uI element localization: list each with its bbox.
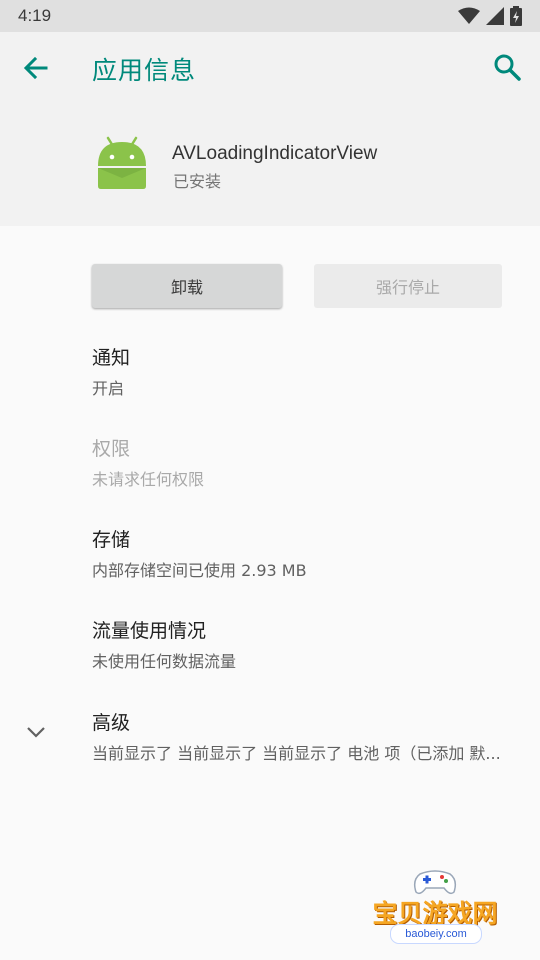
- storage-setting[interactable]: 存储 内部存储空间已使用 2.93 MB: [92, 525, 307, 581]
- setting-title: 权限: [92, 438, 131, 460]
- app-name: AVLoadingIndicatorView: [172, 143, 378, 164]
- setting-summary: 开启: [92, 379, 125, 398]
- status-time: 4:19: [18, 6, 52, 25]
- app-header: AVLoadingIndicatorView 已安装: [0, 102, 540, 226]
- advanced-setting[interactable]: 高级 当前显示了 当前显示了 当前显示了 电池 项（已添加 默...: [92, 708, 517, 764]
- back-button[interactable]: [20, 52, 52, 84]
- setting-summary: 内部存储空间已使用 2.93 MB: [92, 561, 307, 580]
- setting-title: 存储: [92, 529, 131, 551]
- search-icon: [494, 54, 521, 81]
- setting-summary: 未请求任何权限: [92, 470, 205, 489]
- setting-summary: 未使用任何数据流量: [92, 652, 237, 671]
- gamepad-icon: [413, 870, 457, 895]
- status-bar: 4:19: [0, 0, 540, 32]
- watermark-url: baobeiy.com: [390, 924, 482, 944]
- search-button[interactable]: [490, 50, 524, 84]
- arrow-back-icon: [23, 56, 48, 80]
- data-usage-setting[interactable]: 流量使用情况 未使用任何数据流量: [92, 616, 236, 672]
- setting-title: 通知: [92, 347, 131, 369]
- setting-title: 高级: [92, 712, 131, 734]
- status-icons: [458, 6, 522, 26]
- uninstall-button[interactable]: 卸载: [92, 264, 282, 308]
- watermark-logo: 宝贝游戏网 baobeiy.com: [362, 866, 508, 948]
- android-robot-icon: [92, 136, 152, 192]
- signal-icon: [486, 7, 504, 25]
- permissions-setting: 权限 未请求任何权限: [92, 434, 204, 490]
- force-stop-button: 强行停止: [314, 264, 502, 308]
- app-bar: 应用信息: [0, 32, 540, 102]
- page-title: 应用信息: [92, 56, 197, 85]
- battery-icon: [510, 6, 522, 26]
- setting-summary: 当前显示了 当前显示了 当前显示了 电池 项（已添加 默...: [92, 744, 501, 763]
- chevron-down-icon[interactable]: [24, 720, 48, 744]
- wifi-icon: [458, 7, 480, 24]
- app-install-status: 已安装: [173, 172, 222, 191]
- notifications-setting[interactable]: 通知 开启: [92, 343, 130, 399]
- setting-title: 流量使用情况: [92, 620, 207, 642]
